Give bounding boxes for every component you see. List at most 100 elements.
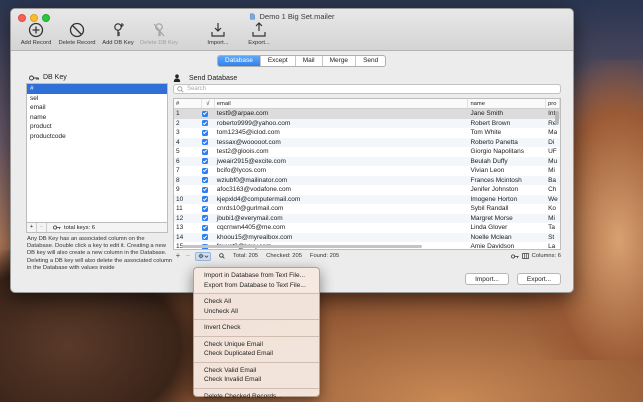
search-small-icon <box>219 253 225 259</box>
app-window: Demo 1 Big Set.mailer Add Record Delete … <box>10 8 574 293</box>
row-checkbox[interactable] <box>201 195 215 205</box>
menu-item-check-invalid-email[interactable]: Check Invalid Email <box>194 375 319 385</box>
row-email: afoc3163@vodafone.com <box>216 186 291 193</box>
column-header-product[interactable]: pro <box>546 99 560 108</box>
menu-item-check-all[interactable]: Check All <box>194 297 319 307</box>
table-row[interactable]: 12 jbubi1@everymail.com Margret Morse Mi <box>174 213 560 224</box>
checkbox-checked[interactable] <box>201 110 208 117</box>
table-row[interactable]: 3 tom12345@iclod.com Tom White Ma <box>174 128 560 138</box>
table-row[interactable]: 7 bcifo@lycos.com Vivian Leon Mi <box>174 166 560 176</box>
row-product: Ta <box>548 224 555 231</box>
row-product: Ko <box>548 205 557 212</box>
checkbox-checked[interactable] <box>201 196 208 203</box>
key-item[interactable]: productcode <box>27 132 167 142</box>
tab-bar: Database Except Mail Merge Send <box>217 55 387 67</box>
add-row-small-button[interactable]: + <box>173 251 183 261</box>
checkbox-checked[interactable] <box>201 205 208 212</box>
vertical-scrollbar[interactable] <box>555 111 559 125</box>
column-header-name[interactable]: name <box>468 99 547 108</box>
add-record-button[interactable]: Add Record <box>17 22 55 46</box>
menu-item-check-duplicated-email[interactable]: Check Duplicated Email <box>194 349 319 359</box>
export-button[interactable]: Export... <box>517 273 561 285</box>
row-checkbox[interactable] <box>201 166 215 176</box>
import-button[interactable]: Import... <box>465 273 509 285</box>
row-checkbox[interactable] <box>201 214 215 224</box>
actions-menu-button[interactable] <box>195 251 211 261</box>
checkbox-checked[interactable] <box>201 148 208 155</box>
remove-key-small-button[interactable]: − <box>37 223 47 232</box>
key-item[interactable]: product <box>27 122 167 132</box>
row-checkbox[interactable] <box>201 138 215 148</box>
database-table: # √ email name pro 1 test9@arpae.com Jane … <box>173 98 561 250</box>
table-row[interactable]: 14 khoou15@myrealbox.com Noelle Mclean St <box>174 232 560 243</box>
add-key-small-button[interactable]: + <box>27 223 37 232</box>
row-name: Frances Mcintosh <box>470 176 522 184</box>
tab-except[interactable]: Except <box>261 56 296 66</box>
menu-item-export-text[interactable]: Export from Database to Text File... <box>194 281 319 291</box>
table-row[interactable]: 2 roberto9999@yahoo.com Robert Brown Re <box>174 118 560 129</box>
table-row[interactable]: 10 kjepxld4@computermail.com Imogene Horto… <box>174 194 560 205</box>
tab-mail[interactable]: Mail <box>296 56 323 66</box>
delete-db-key-button[interactable]: Delete DB Key <box>140 22 178 46</box>
column-header-num[interactable]: # <box>174 99 202 108</box>
checkbox-checked[interactable] <box>201 129 208 136</box>
tab-send[interactable]: Send <box>356 56 385 66</box>
checkbox-checked[interactable] <box>201 177 208 184</box>
table-row[interactable]: 5 test2@gloois.com Giorgio Napolitans UF <box>174 147 560 157</box>
menu-item-check-valid-email[interactable]: Check Valid Email <box>194 366 319 376</box>
table-row[interactable]: 4 tessax@wooooot.com Roberto Panetta Di <box>174 137 560 148</box>
checkbox-checked[interactable] <box>201 167 208 174</box>
import-toolbar-button[interactable]: Import... <box>199 22 237 46</box>
add-db-key-button[interactable]: Add DB Key <box>99 22 137 46</box>
key-item[interactable]: sel <box>27 94 167 104</box>
row-name: Jane Smith <box>470 110 503 117</box>
checkbox-checked[interactable] <box>201 224 208 231</box>
menu-item-uncheck-all[interactable]: Uncheck All <box>194 307 319 317</box>
row-checkbox[interactable] <box>201 223 215 233</box>
table-row[interactable]: 9 afoc3163@vodafone.com Jenifer Johnston Ch <box>174 185 560 195</box>
checkbox-checked[interactable] <box>201 139 208 146</box>
checkbox-checked[interactable] <box>201 120 208 127</box>
row-checkbox[interactable] <box>201 185 215 195</box>
menu-item-check-unique-email[interactable]: Check Unique Email <box>194 340 319 350</box>
key-item[interactable]: email <box>27 103 167 113</box>
row-checkbox[interactable] <box>201 204 215 214</box>
row-checkbox[interactable] <box>201 176 215 186</box>
table-row[interactable]: 1 test9@arpae.com Jane Smith Int <box>174 109 560 119</box>
table-row[interactable]: 8 wziubf0@mailinator.com Frances Mcintosh B… <box>174 175 560 186</box>
row-checkbox[interactable] <box>201 128 215 138</box>
delete-record-button[interactable]: Delete Record <box>58 22 96 46</box>
table-row[interactable]: 13 cqcrnwn4405@me.com Linda Glover Ta <box>174 223 560 233</box>
table-row[interactable]: 11 cnrds10@gurlmail.com Sybil Randall Ko <box>174 204 560 214</box>
remove-row-small-button[interactable]: − <box>183 251 193 261</box>
column-header-email[interactable]: email <box>215 99 469 108</box>
columns-count: Columns: 6 <box>510 253 561 259</box>
key-item[interactable]: # <box>27 84 167 94</box>
row-checkbox[interactable] <box>201 147 215 157</box>
checkbox-checked[interactable] <box>201 186 208 193</box>
key-item[interactable]: name <box>27 113 167 123</box>
search-field[interactable]: Search <box>173 84 561 94</box>
row-checkbox[interactable] <box>201 109 215 119</box>
menu-item-invert-check[interactable]: Invert Check <box>194 323 319 333</box>
record-counts: Total: 205 Checked: 205 Found: 205 <box>219 253 339 259</box>
table-row[interactable]: 6 jweair2915@excite.com Beulah Duffy Mu <box>174 156 560 167</box>
menu-separator <box>194 335 319 337</box>
checkbox-checked[interactable] <box>201 234 208 241</box>
row-checkbox[interactable] <box>201 119 215 129</box>
horizontal-scrollbar[interactable] <box>182 245 422 248</box>
tab-merge[interactable]: Merge <box>323 56 357 66</box>
row-email: jweair2915@excite.com <box>216 157 286 165</box>
key-help-text: Any DB Key has an associated column on t… <box>27 236 172 271</box>
row-checkbox[interactable] <box>201 157 215 167</box>
checkbox-checked[interactable] <box>201 158 208 165</box>
row-checkbox[interactable] <box>201 233 215 243</box>
export-toolbar-button[interactable]: Export... <box>240 22 278 46</box>
row-email: jbubi1@everymail.com <box>216 214 283 222</box>
menu-item-import-text[interactable]: Import in Database from Text File... <box>194 271 319 281</box>
tab-database[interactable]: Database <box>218 56 261 66</box>
checkbox-checked[interactable] <box>201 215 208 222</box>
column-header-check[interactable]: √ <box>202 99 215 108</box>
menu-item-delete-checked[interactable]: Delete Checked Records... <box>194 392 319 402</box>
row-name: Robert Brown <box>470 119 511 127</box>
